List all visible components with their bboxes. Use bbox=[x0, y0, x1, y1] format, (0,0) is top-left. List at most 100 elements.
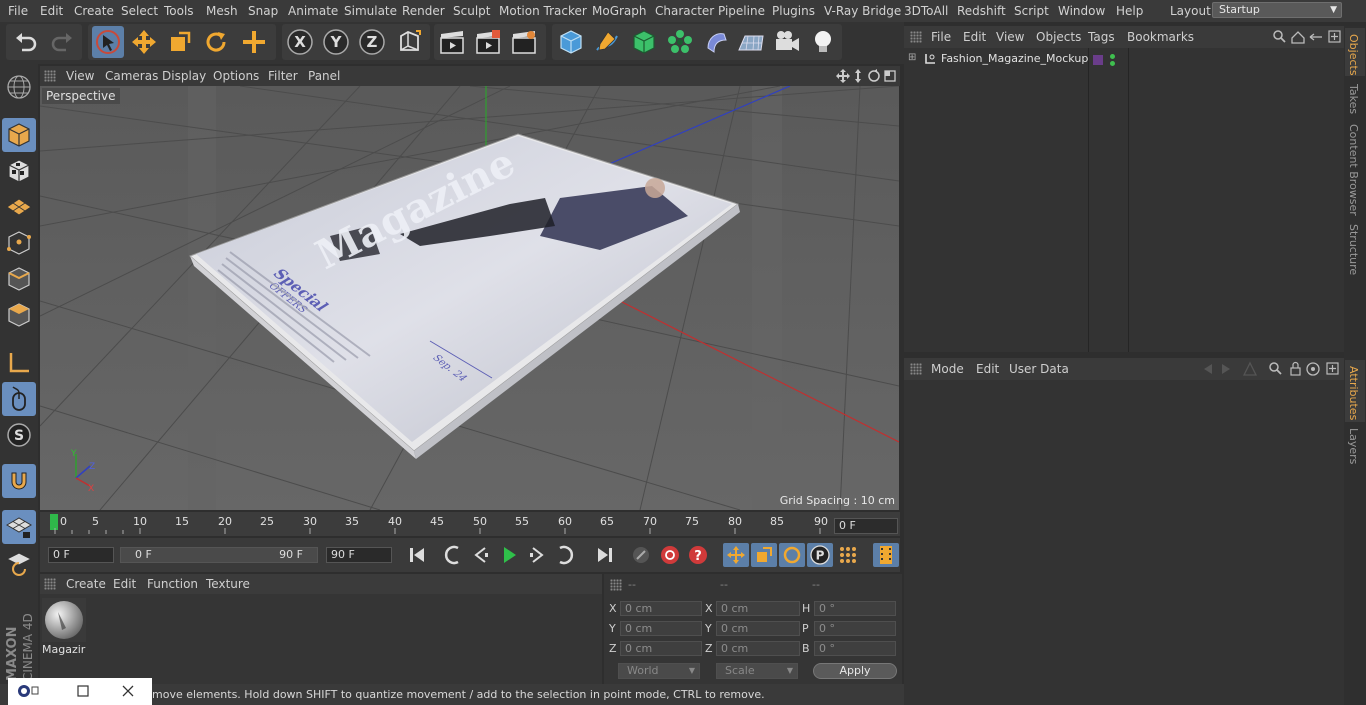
viewport-solo-button[interactable] bbox=[2, 70, 36, 104]
size-z-field[interactable]: 0 cm bbox=[716, 641, 800, 656]
point-mode-button[interactable] bbox=[2, 226, 36, 260]
key-pla-button[interactable] bbox=[835, 543, 861, 567]
next-key-button[interactable] bbox=[552, 543, 578, 567]
layout-select[interactable]: Startup ▼ bbox=[1212, 2, 1342, 18]
panel-grip-icon[interactable] bbox=[610, 579, 622, 591]
menu-pipeline[interactable]: Pipeline bbox=[718, 4, 765, 18]
panel-grip-icon[interactable] bbox=[44, 578, 56, 590]
size-mode-select[interactable]: Scale ▼ bbox=[716, 663, 798, 679]
menu-window[interactable]: Window bbox=[1058, 4, 1105, 18]
objects-menu-file[interactable]: File bbox=[931, 30, 951, 44]
camera-object-button[interactable] bbox=[771, 26, 803, 58]
coordinate-system-button[interactable] bbox=[394, 26, 426, 58]
objects-menu-bookmarks[interactable]: Bookmarks bbox=[1127, 30, 1194, 44]
attributes-menu-mode[interactable]: Mode bbox=[931, 362, 964, 376]
material-menu-function[interactable]: Function bbox=[147, 577, 198, 591]
panel-grip-icon[interactable] bbox=[44, 70, 56, 82]
menu-create[interactable]: Create bbox=[74, 4, 114, 18]
tab-attributes[interactable]: Attributes bbox=[1347, 366, 1360, 420]
key-position-button[interactable] bbox=[723, 543, 749, 567]
attribute-manager-tools[interactable] bbox=[1200, 361, 1342, 377]
menu-character[interactable]: Character bbox=[655, 4, 714, 18]
menu-select[interactable]: Select bbox=[121, 4, 158, 18]
panel-grip-icon[interactable] bbox=[910, 363, 922, 375]
go-to-end-button[interactable] bbox=[592, 543, 618, 567]
objects-menu-objects[interactable]: Objects bbox=[1036, 30, 1081, 44]
light-object-button[interactable] bbox=[807, 26, 839, 58]
perspective-viewport[interactable]: Magazine Special OFFERS Sep. 24 Y Z X Pe… bbox=[40, 86, 899, 510]
viewport-camera-label[interactable]: Perspective bbox=[42, 88, 120, 104]
frame-range-slider[interactable]: 0 F 90 F bbox=[120, 547, 318, 563]
magnet-button[interactable] bbox=[2, 464, 36, 498]
tweak-mode-button[interactable] bbox=[2, 382, 36, 416]
play-button[interactable] bbox=[496, 543, 522, 567]
key-rotation-button[interactable] bbox=[779, 543, 805, 567]
current-frame-field[interactable]: 0 F bbox=[834, 518, 898, 534]
tab-objects[interactable]: Objects bbox=[1347, 34, 1360, 76]
undo-button[interactable] bbox=[10, 26, 42, 58]
viewport-navigation-icons[interactable] bbox=[836, 68, 898, 84]
cube-object-button[interactable] bbox=[555, 26, 587, 58]
subdivision-surface-button[interactable] bbox=[628, 26, 660, 58]
render-to-picture-viewer-button[interactable] bbox=[472, 26, 504, 58]
size-x-field[interactable]: 0 cm bbox=[716, 601, 800, 616]
go-to-start-button[interactable] bbox=[404, 543, 430, 567]
viewport-menu-options[interactable]: Options bbox=[213, 69, 259, 83]
previous-key-button[interactable] bbox=[440, 543, 466, 567]
timeline-window-button[interactable] bbox=[873, 543, 899, 567]
rotate-tool-button[interactable] bbox=[200, 26, 232, 58]
polygon-mode-button[interactable] bbox=[2, 298, 36, 332]
menu-mograph[interactable]: MoGraph bbox=[592, 4, 647, 18]
rotation-b-field[interactable]: 0 ° bbox=[814, 641, 896, 656]
menu-simulate[interactable]: Simulate bbox=[344, 4, 397, 18]
attributes-menu-user-data[interactable]: User Data bbox=[1009, 362, 1069, 376]
coordinate-space-select[interactable]: World ▼ bbox=[618, 663, 700, 679]
scale-tool-button[interactable] bbox=[164, 26, 196, 58]
start-frame-field[interactable]: 0 F bbox=[48, 547, 114, 563]
key-parameter-button[interactable]: P bbox=[807, 543, 833, 567]
snapping-button[interactable]: S bbox=[2, 418, 36, 452]
position-y-field[interactable]: 0 cm bbox=[620, 621, 702, 636]
menu-help[interactable]: Help bbox=[1116, 4, 1143, 18]
tab-layers[interactable]: Layers bbox=[1347, 428, 1360, 464]
objects-menu-view[interactable]: View bbox=[996, 30, 1024, 44]
attributes-menu-edit[interactable]: Edit bbox=[976, 362, 999, 376]
previous-frame-button[interactable] bbox=[468, 543, 494, 567]
menu-plugins[interactable]: Plugins bbox=[772, 4, 815, 18]
viewport-menu-cameras[interactable]: Cameras bbox=[105, 69, 158, 83]
expand-plus-icon[interactable]: ⊞ bbox=[908, 52, 916, 63]
position-x-field[interactable]: 0 cm bbox=[620, 601, 702, 616]
key-scale-button[interactable] bbox=[751, 543, 777, 567]
render-view-button[interactable] bbox=[436, 26, 468, 58]
workplane-mode-button[interactable] bbox=[2, 190, 36, 224]
workplane-lock-button[interactable] bbox=[2, 510, 36, 544]
viewport-menu-display[interactable]: Display bbox=[162, 69, 206, 83]
menu-snap[interactable]: Snap bbox=[248, 4, 278, 18]
menu-file[interactable]: File bbox=[8, 4, 28, 18]
menu-redshift[interactable]: Redshift bbox=[957, 4, 1006, 18]
material-swatch[interactable]: Magazir bbox=[42, 598, 86, 658]
next-frame-button[interactable] bbox=[524, 543, 550, 567]
size-y-field[interactable]: 0 cm bbox=[716, 621, 800, 636]
viewport-menu-panel[interactable]: Panel bbox=[308, 69, 340, 83]
object-name[interactable]: Fashion_Magazine_Mockup bbox=[941, 52, 1088, 65]
playhead-marker[interactable] bbox=[50, 514, 58, 530]
tab-takes[interactable]: Takes bbox=[1347, 84, 1360, 114]
menu-render[interactable]: Render bbox=[402, 4, 445, 18]
pen-spline-button[interactable] bbox=[591, 26, 623, 58]
end-frame-field[interactable]: 90 F bbox=[326, 547, 392, 563]
move-tool-button[interactable] bbox=[128, 26, 160, 58]
model-mode-button[interactable] bbox=[2, 118, 36, 152]
redo-button[interactable] bbox=[46, 26, 78, 58]
z-axis-lock-button[interactable]: Z bbox=[356, 26, 388, 58]
live-selection-button[interactable] bbox=[92, 26, 124, 58]
cloner-button[interactable] bbox=[664, 26, 696, 58]
material-menu-texture[interactable]: Texture bbox=[206, 577, 250, 591]
recent-tool-button[interactable] bbox=[238, 26, 270, 58]
deformer-button[interactable] bbox=[700, 26, 732, 58]
tab-structure[interactable]: Structure bbox=[1347, 224, 1360, 275]
menu-mesh[interactable]: Mesh bbox=[206, 4, 238, 18]
position-z-field[interactable]: 0 cm bbox=[620, 641, 702, 656]
y-axis-lock-button[interactable]: Y bbox=[320, 26, 352, 58]
material-menu-create[interactable]: Create bbox=[66, 577, 106, 591]
